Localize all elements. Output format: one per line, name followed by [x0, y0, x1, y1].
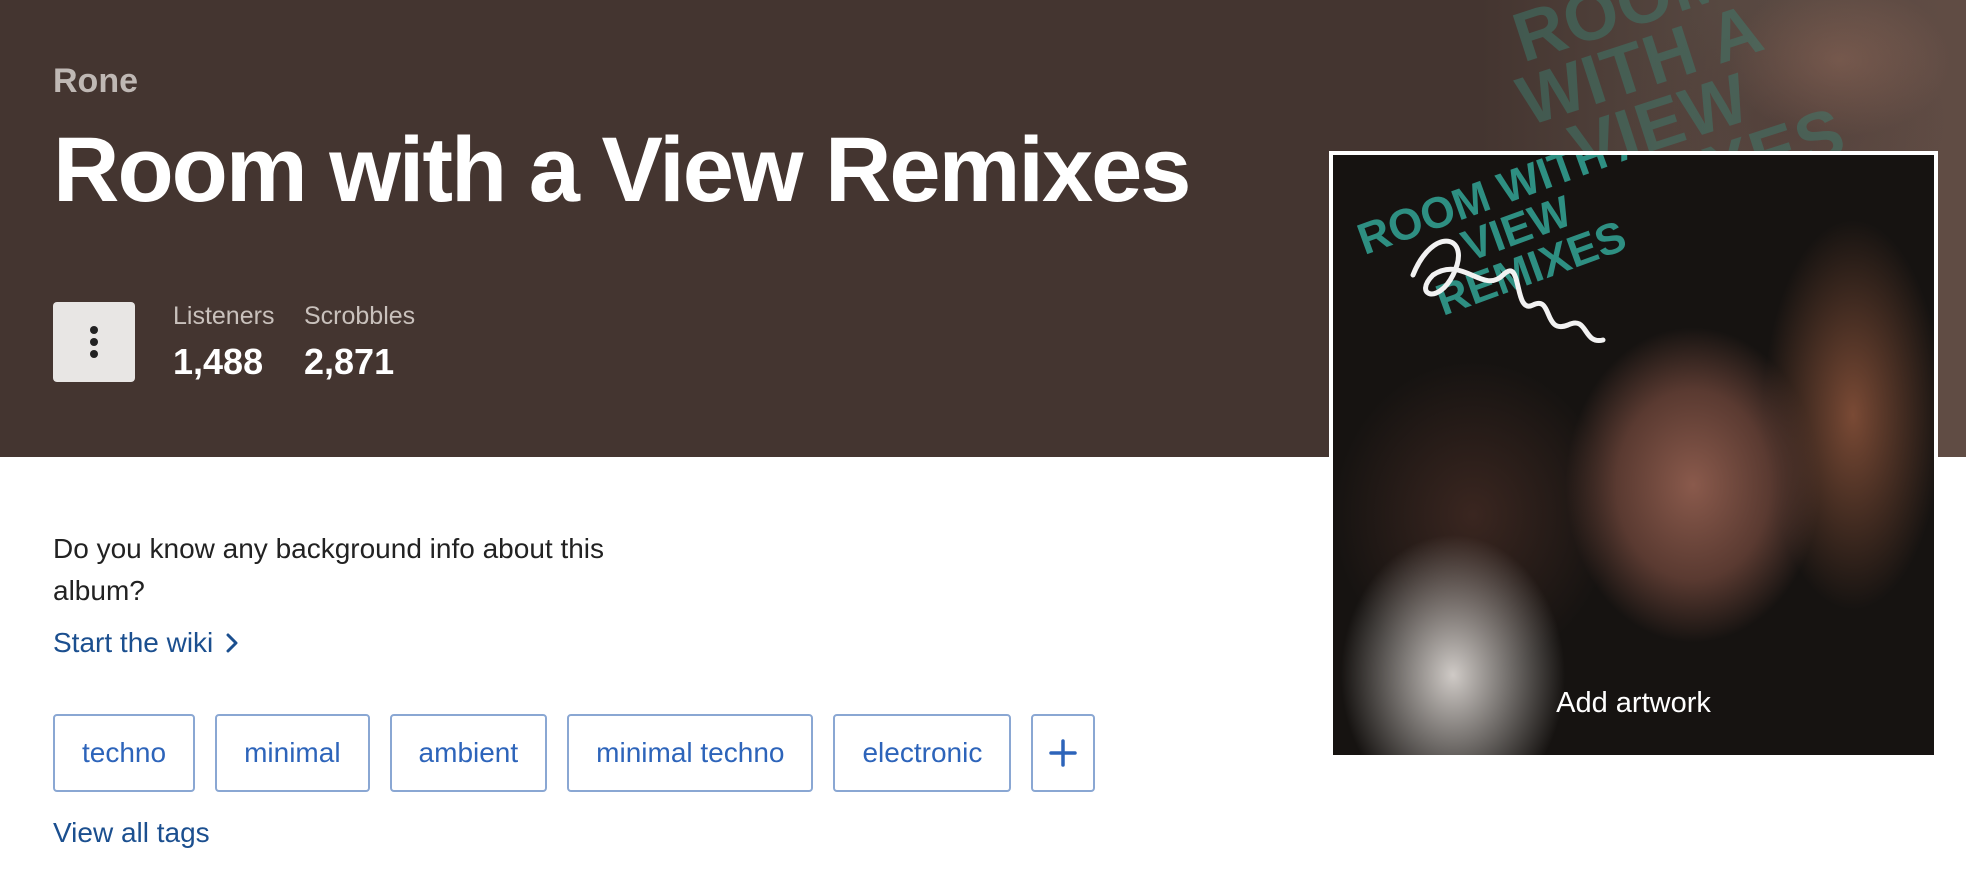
album-artwork-frame: ROOM WITH A VIEW REMIXES Add artwork	[1329, 151, 1938, 759]
album-artwork[interactable]: ROOM WITH A VIEW REMIXES Add artwork	[1333, 155, 1934, 755]
listeners-count: 1,488	[173, 341, 264, 382]
more-options-button[interactable]	[53, 302, 135, 382]
tag-techno[interactable]: techno	[53, 714, 196, 792]
chevron-right-icon	[226, 633, 238, 653]
view-all-tags-link[interactable]: View all tags	[53, 817, 210, 849]
more-vertical-icon	[90, 326, 98, 358]
scrobbles-count: 2,871	[304, 341, 395, 382]
add-tag-button[interactable]	[1031, 714, 1096, 792]
start-wiki-link[interactable]: Start the wiki	[53, 627, 239, 659]
scrobbles-label: Scrobbles	[304, 302, 416, 330]
add-artwork-label[interactable]: Add artwork	[1333, 687, 1934, 720]
tag-minimal[interactable]: minimal	[215, 714, 370, 792]
listeners-stat: Listeners 1,488	[173, 302, 274, 383]
start-wiki-label: Start the wiki	[53, 627, 214, 658]
tag-electronic[interactable]: electronic	[833, 714, 1012, 792]
tag-list: techno minimal ambient minimal techno el…	[53, 714, 1096, 792]
wiki-prompt-text: Do you know any background info about th…	[53, 533, 605, 606]
artist-link[interactable]: Rone	[53, 62, 138, 101]
album-title: Room with a View Remixes	[53, 119, 1191, 221]
artwork-signature-graphic	[1410, 238, 1606, 343]
scrobbles-stat: Scrobbles 2,871	[304, 302, 415, 383]
tag-minimal-techno[interactable]: minimal techno	[567, 714, 814, 792]
listeners-label: Listeners	[173, 302, 275, 330]
plus-icon	[1049, 739, 1078, 767]
tag-ambient[interactable]: ambient	[389, 714, 548, 792]
